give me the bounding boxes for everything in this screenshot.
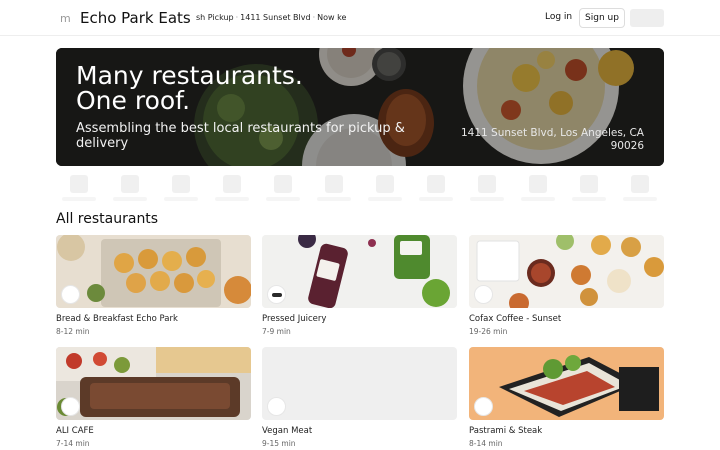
category-placeholder-icon — [223, 175, 241, 193]
restaurant-card[interactable]: Pastrami & Steak 8-14 min — [469, 347, 664, 450]
restaurant-card[interactable]: ALI CAFE 7-14 min — [56, 347, 251, 450]
category-placeholder[interactable] — [572, 175, 606, 201]
restaurant-image — [262, 347, 457, 420]
category-placeholder-label — [572, 197, 606, 201]
restaurant-logo — [61, 397, 80, 416]
restaurant-time: 8-12 min — [56, 327, 90, 336]
category-placeholder-label — [62, 197, 96, 201]
category-placeholder-icon — [172, 175, 190, 193]
restaurant-name: ALI CAFE — [56, 426, 94, 436]
category-placeholder[interactable] — [215, 175, 249, 201]
restaurant-name: Pastrami & Steak — [469, 426, 543, 436]
category-placeholder-icon — [121, 175, 139, 193]
category-placeholder-label — [521, 197, 555, 201]
category-placeholder-label — [623, 197, 657, 201]
brand-title[interactable]: Echo Park Eats — [80, 9, 191, 27]
signup-button[interactable]: Sign up — [579, 8, 625, 28]
category-placeholder[interactable] — [521, 175, 555, 201]
hero-title-line2: One roof. — [76, 86, 191, 115]
top-header: m Echo Park Eats sh Pickup · 1411 Sunset B… — [0, 0, 720, 36]
category-placeholder-icon — [529, 175, 547, 193]
restaurant-card[interactable]: Bread & Breakfast Echo Park 8-12 min — [56, 235, 251, 339]
category-placeholder-icon — [376, 175, 394, 193]
category-placeholder-icon — [580, 175, 598, 193]
hero-subtitle: Assembling the best local restaurants fo… — [76, 121, 405, 151]
section-title: All restaurants — [56, 211, 159, 227]
restaurant-image — [56, 347, 251, 420]
category-placeholder[interactable] — [419, 175, 453, 201]
category-placeholder-label — [113, 197, 147, 201]
category-placeholder-icon — [478, 175, 496, 193]
restaurant-logo — [267, 285, 286, 304]
restaurant-time: 8-14 min — [469, 439, 503, 448]
restaurant-image — [469, 347, 664, 420]
fulfillment-prefix: sh — [196, 13, 206, 22]
category-placeholder-icon — [427, 175, 445, 193]
restaurant-name: Pressed Juicery — [262, 314, 327, 324]
separator-dot: · — [235, 13, 239, 22]
restaurant-image — [262, 235, 457, 308]
fulfillment-time: Now — [317, 13, 335, 22]
restaurant-logo — [61, 285, 80, 304]
category-placeholder[interactable] — [164, 175, 198, 201]
category-placeholder-icon — [274, 175, 292, 193]
category-placeholder-label — [215, 197, 249, 201]
category-placeholder-icon — [70, 175, 88, 193]
hero-title-line1: Many restaurants. — [76, 61, 303, 90]
category-placeholder-label — [470, 197, 504, 201]
menu-icon[interactable]: m — [60, 12, 71, 25]
restaurant-time: 9-15 min — [262, 439, 296, 448]
category-placeholder-label — [419, 197, 453, 201]
restaurant-name: Cofax Coffee - Sunset — [469, 314, 562, 324]
hero-title: Many restaurants. One roof. — [76, 63, 303, 113]
separator-dot: · — [312, 13, 316, 22]
restaurant-name: Vegan Meat — [262, 426, 313, 436]
restaurant-photo — [56, 347, 251, 420]
category-placeholder-icon — [325, 175, 343, 193]
category-placeholder[interactable] — [317, 175, 351, 201]
restaurant-time: 7-9 min — [262, 327, 291, 336]
restaurant-logo — [267, 397, 286, 416]
restaurant-photo — [469, 347, 664, 420]
category-placeholder-label — [368, 197, 402, 201]
login-button[interactable]: Log in — [545, 12, 572, 22]
restaurant-image — [469, 235, 664, 308]
fulfillment-suffix: ke — [337, 13, 347, 22]
restaurant-photo — [469, 235, 664, 308]
category-placeholder[interactable] — [62, 175, 96, 201]
category-placeholder[interactable] — [113, 175, 147, 201]
category-placeholder-icon — [631, 175, 649, 193]
restaurant-photo — [262, 235, 457, 308]
fulfillment-selector[interactable]: sh Pickup · 1411 Sunset Blvd · Now ke — [196, 13, 346, 22]
category-placeholder-label — [164, 197, 198, 201]
restaurant-image — [56, 235, 251, 308]
restaurant-name: Bread & Breakfast Echo Park — [56, 314, 178, 324]
restaurant-logo — [474, 397, 493, 416]
restaurant-time: 7-14 min — [56, 439, 90, 448]
restaurant-logo — [474, 285, 493, 304]
category-placeholder[interactable] — [266, 175, 300, 201]
fulfillment-address: 1411 Sunset Blvd — [240, 13, 311, 22]
restaurant-card[interactable]: Vegan Meat 9-15 min — [262, 347, 457, 450]
restaurant-card[interactable]: Cofax Coffee - Sunset 19-26 min — [469, 235, 664, 339]
hero-address: 1411 Sunset Blvd, Los Angeles, CA 90026 — [461, 127, 644, 152]
category-placeholder-label — [317, 197, 351, 201]
cart-placeholder[interactable] — [630, 9, 664, 27]
restaurant-photo — [56, 235, 251, 308]
category-placeholder[interactable] — [470, 175, 504, 201]
category-placeholder[interactable] — [368, 175, 402, 201]
restaurant-time: 19-26 min — [469, 327, 508, 336]
category-placeholder-label — [266, 197, 300, 201]
restaurant-card[interactable]: Pressed Juicery 7-9 min — [262, 235, 457, 339]
fulfillment-mode: Pickup — [207, 13, 234, 22]
hero-banner: Many restaurants. One roof. Assembling t… — [56, 48, 664, 166]
category-placeholder[interactable] — [623, 175, 657, 201]
